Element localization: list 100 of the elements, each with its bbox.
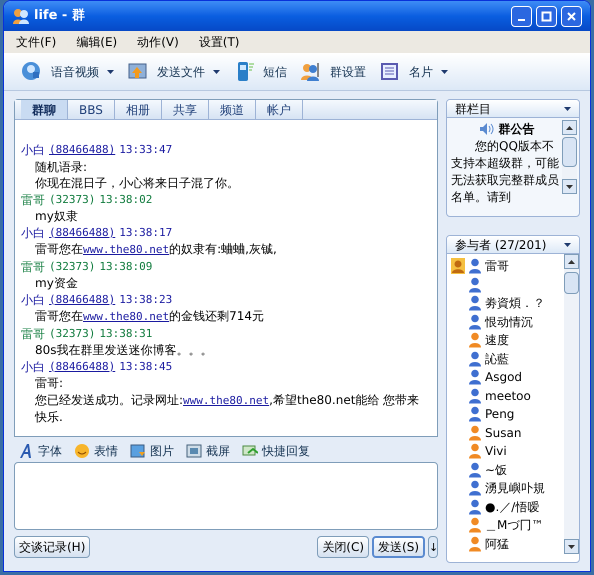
sender-name: 雷哥 <box>21 258 45 275</box>
toolbar-button[interactable]: 名片 <box>378 60 448 83</box>
message-text: my奴隶 <box>34 208 79 224</box>
notice-title: 群公告 <box>498 121 534 138</box>
tab[interactable]: 群聊 <box>21 100 68 119</box>
close-icon <box>566 10 577 22</box>
user-id-link[interactable]: (88466488) <box>49 292 116 308</box>
input-tool-button[interactable]: 快捷回复 <box>242 442 310 460</box>
sender-name: 雷哥 <box>21 326 45 342</box>
sender-name: 小白 <box>21 224 45 241</box>
tab[interactable]: 相册 <box>114 100 162 119</box>
message-text: my资金 <box>34 275 79 292</box>
user-id-link[interactable]: (88466488) <box>49 142 116 158</box>
sender-name: 小白 <box>21 292 45 308</box>
message-time: 13:33:47 <box>119 142 172 158</box>
message-text: 你现在混日子，小心将来日子混了你。 <box>34 175 240 192</box>
message-text: 随机语录: <box>34 158 88 175</box>
message-time: 13:38:02 <box>99 192 152 208</box>
message-text: 雷哥: <box>34 375 64 392</box>
tab[interactable]: 帐户 <box>256 100 303 119</box>
sender-name: 雷哥 <box>21 192 45 208</box>
send-options-button[interactable]: ↓ <box>428 536 438 558</box>
maximize-icon <box>541 10 552 22</box>
toolbar-button[interactable]: 群设置 <box>299 60 366 83</box>
input-tool-button[interactable]: 表情 <box>74 442 118 460</box>
send-button[interactable]: 发送(S) <box>372 536 425 558</box>
member-name[interactable]: Asgod <box>485 368 522 386</box>
window-title: life - 群 <box>34 7 85 26</box>
caret-icon <box>564 242 571 246</box>
card-icon <box>378 60 401 83</box>
tab[interactable]: BBS <box>68 100 115 119</box>
member-name[interactable]: 速度 <box>485 331 509 350</box>
user-id-link[interactable]: (88466488) <box>49 224 116 241</box>
message-time: 13:38:23 <box>119 292 172 308</box>
scroll-thumb[interactable] <box>564 272 579 294</box>
maximize-button[interactable] <box>536 6 557 26</box>
member-name[interactable]: ~饭 <box>485 460 508 479</box>
message-text: 雷哥您在www.the80.net的金钱还剩714元 <box>34 308 265 325</box>
user-id-link[interactable]: (88466488) <box>49 358 116 375</box>
message-text: 80s我在群里发送迷你博客。。。 <box>34 342 214 358</box>
tab[interactable]: 频道 <box>208 100 256 119</box>
minimize-button[interactable] <box>511 6 532 26</box>
message-text: 您已经发送成功。记录网址:www.the80.net,希望the80.net能给 您带来快乐. <box>34 392 420 426</box>
member-name[interactable]: Susan <box>485 424 522 442</box>
member-name[interactable]: meetoo <box>485 386 531 405</box>
close-button[interactable] <box>561 6 582 26</box>
user-id: (32373) <box>49 326 96 342</box>
member-name[interactable]: 訫藍 <box>485 350 509 368</box>
menu-item[interactable]: 编辑(E) <box>76 33 118 51</box>
user-id: (32373) <box>49 192 96 208</box>
tab[interactable]: 共享 <box>162 100 209 119</box>
toolbar-button[interactable]: 语音视频 <box>20 60 114 83</box>
member-name[interactable]: 湧見嶼卟規 <box>485 479 545 498</box>
down-arrow-icon <box>566 184 573 188</box>
message-time: 13:38:09 <box>99 258 152 274</box>
member-name[interactable]: ＿Мづ冂™ <box>485 516 544 534</box>
scroll-up-button[interactable] <box>564 254 579 269</box>
menu-item[interactable]: 动作(V) <box>137 33 179 51</box>
speaker-icon <box>478 122 494 136</box>
up-arrow-icon <box>566 126 573 130</box>
sender-name: 小白 <box>21 358 45 375</box>
member-name[interactable]: 恨动情沉 <box>485 312 533 331</box>
member-name[interactable]: ●.／/悟嗳 <box>485 498 540 516</box>
close-button[interactable]: 关闭(C) <box>317 536 370 558</box>
up-arrow-icon <box>568 260 575 264</box>
caret-icon <box>564 106 571 110</box>
panel-title: 参与者 (27/201) <box>455 236 546 254</box>
down-arrow-icon <box>568 544 575 548</box>
member-name[interactable]: Peng <box>485 405 514 424</box>
input-tool-button[interactable]: 图片 <box>130 442 174 460</box>
member-name[interactable]: 阿猛 <box>485 534 509 553</box>
message-time: 13:38:17 <box>119 224 172 240</box>
member-name[interactable]: 劵資煩．？ <box>485 294 545 312</box>
input-tool-button[interactable]: 截屏 <box>186 442 230 460</box>
web-link[interactable]: www.the80.net <box>83 310 170 323</box>
font-icon <box>18 443 34 459</box>
smiley-icon <box>74 443 90 459</box>
scroll-up-button[interactable] <box>562 120 577 135</box>
image-icon <box>130 443 146 459</box>
member-name[interactable]: 雷哥 <box>485 257 509 276</box>
toolbar-button[interactable]: 短信 <box>232 60 287 83</box>
message-text: 雷哥您在www.the80.net的奴隶有:蛐蛐,灰铖, <box>34 241 278 258</box>
message-input[interactable] <box>14 462 438 530</box>
sender-name: 小白 <box>21 142 45 158</box>
member-name[interactable]: Vivi <box>485 442 507 460</box>
scroll-down-button[interactable] <box>564 539 579 554</box>
input-tool-button[interactable]: 字体 <box>18 442 62 460</box>
history-button[interactable]: 交谈记录(H) <box>14 536 90 558</box>
web-link[interactable]: www.the80.net <box>83 243 170 256</box>
panel-title: 群栏目 <box>455 100 491 118</box>
message-time: 13:38:31 <box>99 326 152 342</box>
menu-item[interactable]: 设置(T) <box>198 33 240 51</box>
people-icon <box>12 8 30 24</box>
toolbar-button[interactable]: 发送文件 <box>126 60 220 83</box>
scroll-thumb[interactable] <box>562 137 577 167</box>
menu-item[interactable]: 文件(F) <box>16 33 56 51</box>
screen-icon <box>186 443 202 459</box>
minimize-icon <box>518 18 525 20</box>
web-link[interactable]: www.the80.net <box>183 394 270 406</box>
scroll-down-button[interactable] <box>562 179 577 194</box>
